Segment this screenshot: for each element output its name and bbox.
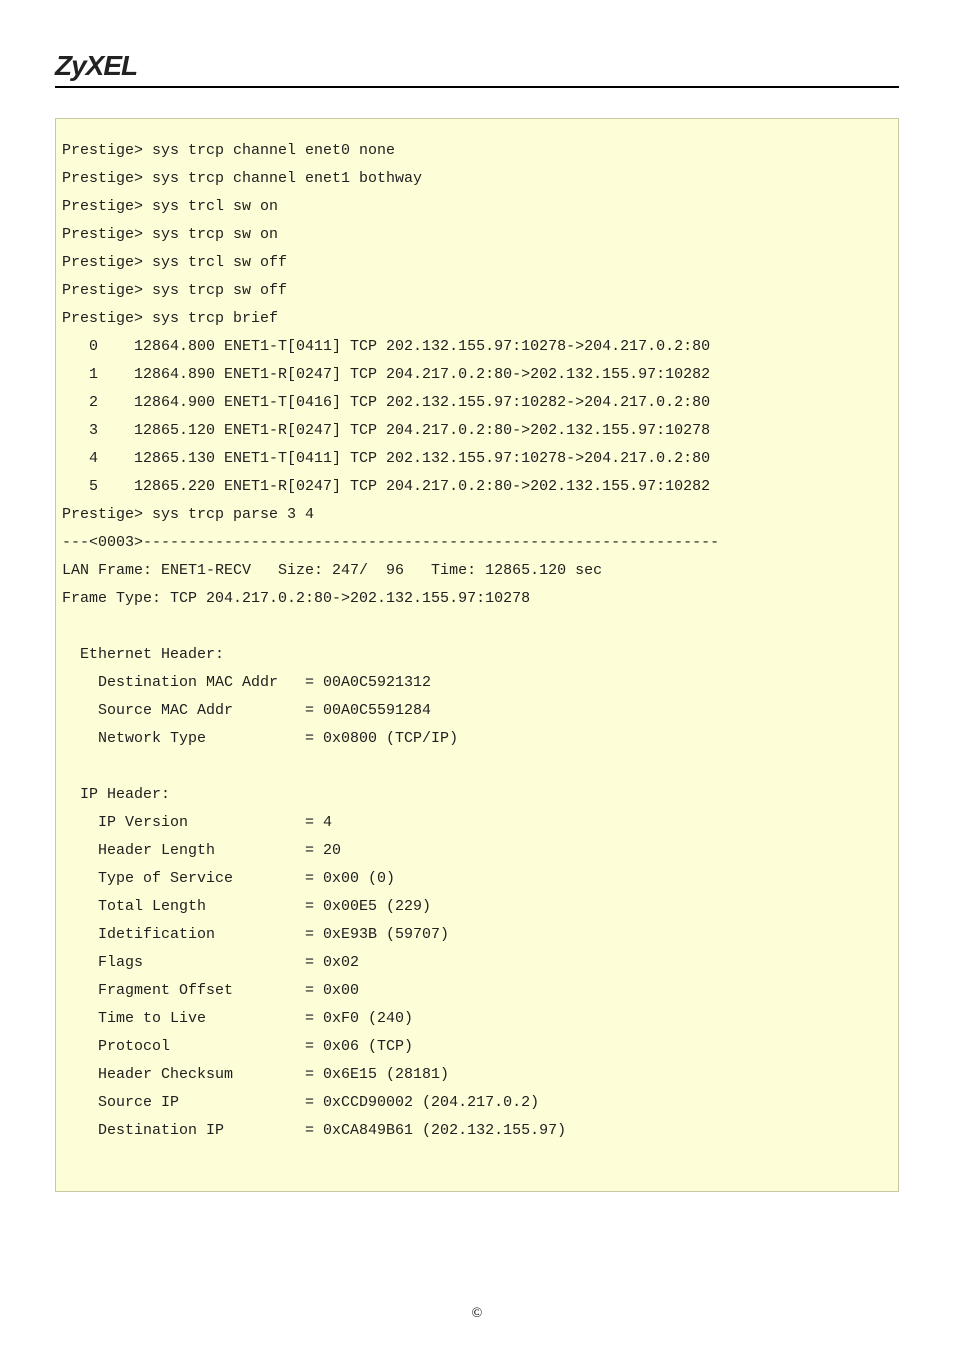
terminal-output: Prestige> sys trcp channel enet0 nonePre… <box>55 118 899 1192</box>
brand-logo: ZyXEL <box>55 50 899 86</box>
terminal-line: Type of Service = 0x00 (0) <box>62 865 892 893</box>
terminal-line: Prestige> sys trcp sw off <box>62 277 892 305</box>
terminal-line: Source IP = 0xCCD90002 (204.217.0.2) <box>62 1089 892 1117</box>
terminal-line: 1 12864.890 ENET1-R[0247] TCP 204.217.0.… <box>62 361 892 389</box>
terminal-line: Destination MAC Addr = 00A0C5921312 <box>62 669 892 697</box>
terminal-line: Prestige> sys trcp channel enet0 none <box>62 137 892 165</box>
terminal-line: 0 12864.800 ENET1-T[0411] TCP 202.132.15… <box>62 333 892 361</box>
terminal-line: Prestige> sys trcp brief <box>62 305 892 333</box>
footer-copyright: © <box>0 1306 954 1322</box>
terminal-line: Flags = 0x02 <box>62 949 892 977</box>
terminal-line: 3 12865.120 ENET1-R[0247] TCP 204.217.0.… <box>62 417 892 445</box>
terminal-line: LAN Frame: ENET1-RECV Size: 247/ 96 Time… <box>62 557 892 585</box>
terminal-line: Destination IP = 0xCA849B61 (202.132.155… <box>62 1117 892 1145</box>
terminal-line: Idetification = 0xE93B (59707) <box>62 921 892 949</box>
terminal-line: Protocol = 0x06 (TCP) <box>62 1033 892 1061</box>
terminal-line: Prestige> sys trcp sw on <box>62 221 892 249</box>
terminal-line: Header Length = 20 <box>62 837 892 865</box>
terminal-line: Source MAC Addr = 00A0C5591284 <box>62 697 892 725</box>
terminal-line: Network Type = 0x0800 (TCP/IP) <box>62 725 892 753</box>
terminal-line: 4 12865.130 ENET1-T[0411] TCP 202.132.15… <box>62 445 892 473</box>
header-rule <box>55 86 899 88</box>
terminal-line: Fragment Offset = 0x00 <box>62 977 892 1005</box>
terminal-line <box>62 613 892 641</box>
terminal-line: Prestige> sys trcl sw on <box>62 193 892 221</box>
terminal-line: Prestige> sys trcp parse 3 4 <box>62 501 892 529</box>
terminal-line: IP Version = 4 <box>62 809 892 837</box>
terminal-line: Prestige> sys trcp channel enet1 bothway <box>62 165 892 193</box>
page: ZyXEL Prestige> sys trcp channel enet0 n… <box>0 0 954 1350</box>
terminal-line: Header Checksum = 0x6E15 (28181) <box>62 1061 892 1089</box>
terminal-line: Ethernet Header: <box>62 641 892 669</box>
terminal-line: Frame Type: TCP 204.217.0.2:80->202.132.… <box>62 585 892 613</box>
terminal-line: 5 12865.220 ENET1-R[0247] TCP 204.217.0.… <box>62 473 892 501</box>
terminal-line: ---<0003>-------------------------------… <box>62 529 892 557</box>
terminal-line <box>62 753 892 781</box>
terminal-line: IP Header: <box>62 781 892 809</box>
terminal-line: Time to Live = 0xF0 (240) <box>62 1005 892 1033</box>
terminal-line: Total Length = 0x00E5 (229) <box>62 893 892 921</box>
terminal-line <box>62 1145 892 1173</box>
terminal-line: Prestige> sys trcl sw off <box>62 249 892 277</box>
terminal-line: 2 12864.900 ENET1-T[0416] TCP 202.132.15… <box>62 389 892 417</box>
